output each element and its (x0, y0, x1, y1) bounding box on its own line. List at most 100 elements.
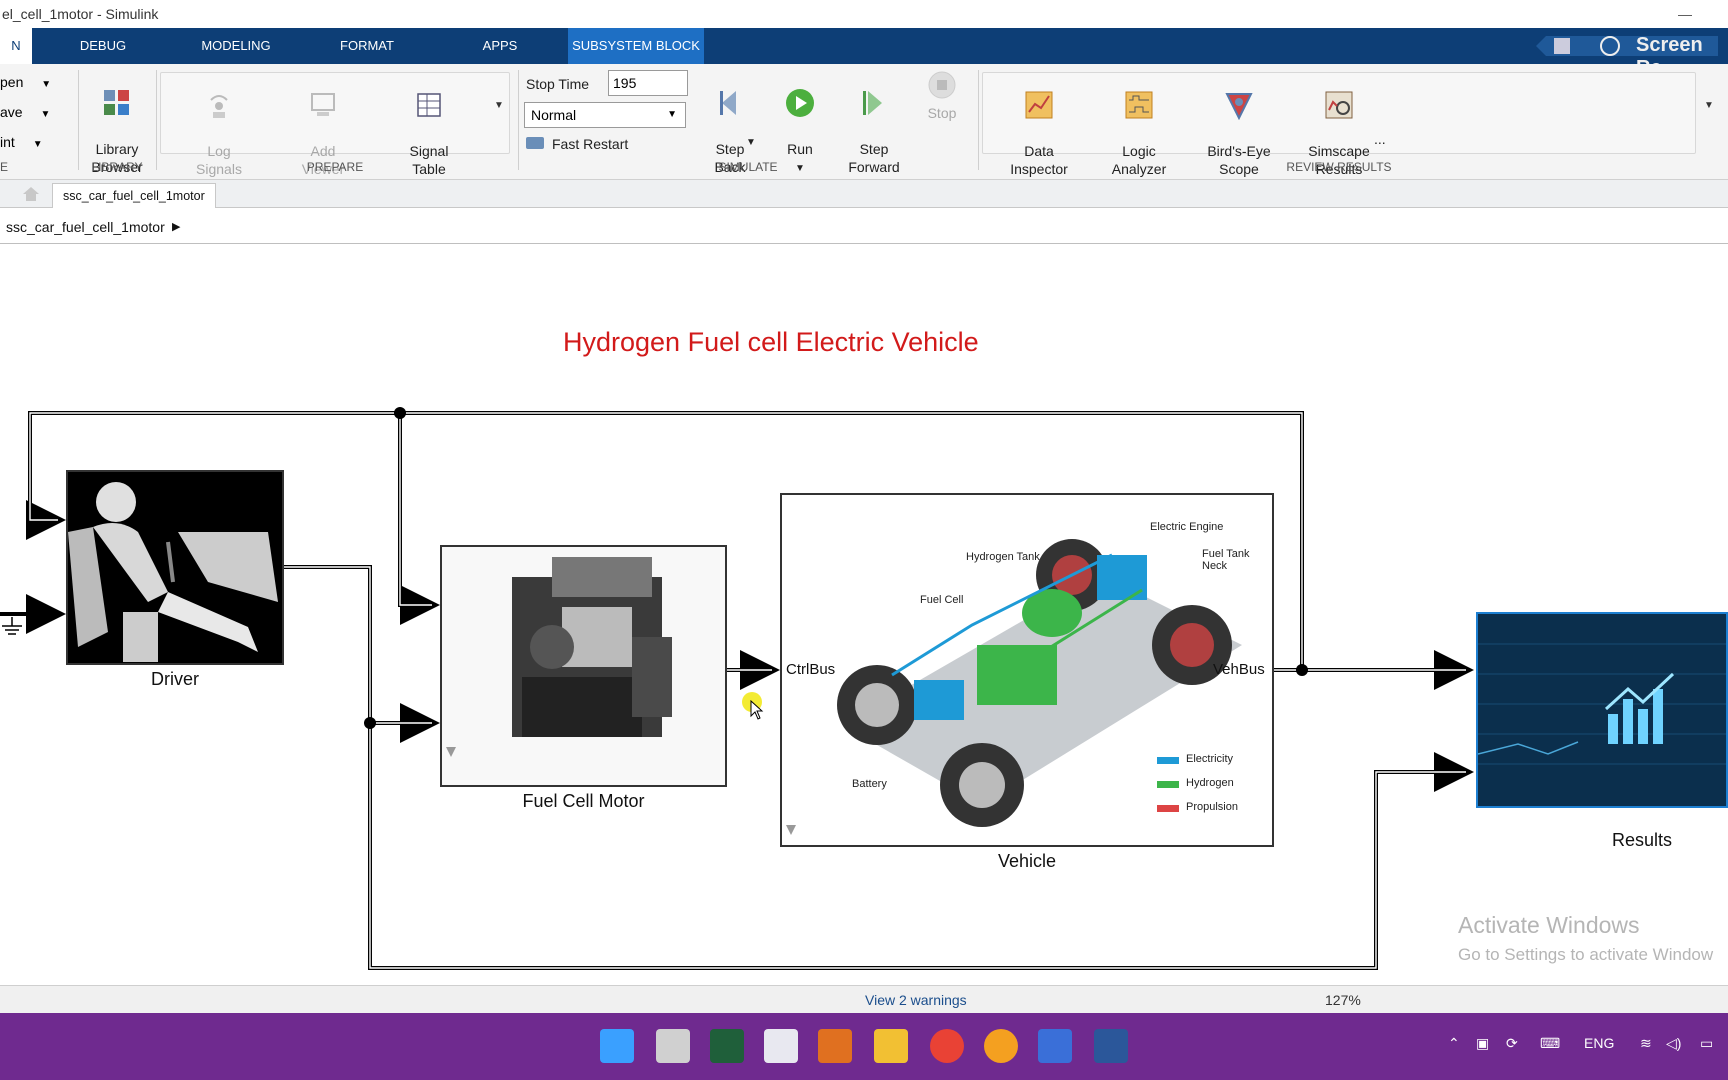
zoom-level: 127% (1325, 992, 1361, 1008)
driver-label: Driver (151, 669, 199, 689)
screen-recorder-overlay[interactable]: Screen Re (1518, 28, 1728, 79)
chrome-icon[interactable] (930, 1029, 964, 1063)
chevron-down-icon: ▼ (40, 109, 51, 120)
toolstrip: pen ▼ ave ▼ int ▼ E Library Browser LIBR… (0, 64, 1728, 180)
battery-icon[interactable]: ▭ (1700, 1035, 1713, 1052)
chevron-right-icon[interactable]: ▶ (172, 210, 180, 244)
language-indicator[interactable]: ENG (1584, 1035, 1614, 1051)
status-bar: View 2 warnings 127% (0, 985, 1728, 1013)
save-button[interactable]: ave ▼ (0, 104, 50, 120)
stop-time-label: Stop Time (526, 76, 590, 92)
chevron-down-icon: ▼ (667, 109, 677, 120)
birds-eye-scope-icon (1225, 93, 1253, 120)
prepare-expand-icon[interactable]: ▼ (494, 100, 504, 111)
simulation-mode-select[interactable]: Normal ▼ (524, 102, 686, 128)
model-tab-strip: ssc_car_fuel_cell_1motor (0, 180, 1728, 208)
task-view-icon[interactable] (656, 1029, 690, 1063)
activate-windows-subtitle: Go to Settings to activate Window (1458, 945, 1714, 964)
browser-icon[interactable] (984, 1029, 1018, 1063)
sync-icon[interactable]: ⟳ (1506, 1035, 1518, 1052)
file-explorer-icon[interactable] (874, 1029, 908, 1063)
divider (518, 70, 519, 170)
library-group-label: LIBRARY (91, 160, 143, 174)
ctrlbus-port-label: CtrlBus (786, 661, 836, 678)
junction-dot (364, 717, 376, 729)
minimize-icon[interactable]: — (1678, 0, 1692, 28)
electric-engine-label: Electric Engine (1150, 521, 1224, 533)
window-title: el_cell_1motor - Simulink (2, 6, 159, 22)
volume-icon[interactable]: ◁) (1666, 1035, 1681, 1052)
fuel-cell-label: Fuel Cell (920, 594, 964, 606)
simulate-group-label: SIMULATE (718, 160, 778, 174)
tab-format[interactable]: FORMAT (322, 28, 412, 64)
step-back-button[interactable]: Step Back ▼ (700, 70, 760, 194)
divider (978, 70, 979, 170)
open-button[interactable]: pen ▼ (0, 74, 51, 90)
file-group-label: E (0, 160, 9, 174)
stop-button[interactable]: Stop (912, 70, 972, 122)
review-group-label: REVIEW RESULTS (1286, 160, 1392, 174)
tab-subsystem-block[interactable]: SUBSYSTEM BLOCK (568, 28, 704, 64)
prepare-group-label: PREPARE (306, 160, 364, 174)
model-canvas[interactable]: Hydrogen Fuel cell Electric Vehicle Driv… (0, 245, 1728, 985)
stop-icon (928, 71, 956, 99)
junction-dot (394, 407, 406, 419)
keyboard-icon[interactable]: ⌨ (1540, 1035, 1560, 1052)
library-icon (104, 90, 129, 115)
signal-table-icon (417, 93, 441, 117)
stop-time-input[interactable] (608, 70, 688, 96)
run-icon (786, 89, 814, 117)
tab-modeling[interactable]: MODELING (186, 28, 286, 64)
hydrogen-tank-label: Hydrogen Tank (966, 551, 1040, 563)
vehbus-port-label: VehBus (1213, 661, 1265, 678)
model-tab[interactable]: ssc_car_fuel_cell_1motor (52, 183, 216, 208)
chevron-down-icon: ▼ (746, 137, 756, 148)
legend-propulsion: Propulsion (1186, 801, 1238, 813)
data-inspector-icon (1025, 91, 1053, 119)
legend-hydrogen: Hydrogen (1186, 777, 1234, 789)
breadcrumb-model[interactable]: ssc_car_fuel_cell_1motor (6, 210, 165, 244)
step-forward-icon (863, 91, 882, 115)
fast-restart-toggle[interactable]: Fast Restart (526, 136, 628, 152)
log-signals-icon (210, 95, 228, 118)
screen-recorder-icon[interactable] (1038, 1029, 1072, 1063)
results-chart-icon (1477, 614, 1726, 806)
fuel-cell-motor-image (446, 557, 672, 757)
camera-icon[interactable]: ▣ (1476, 1035, 1489, 1052)
matlab-icon[interactable] (818, 1029, 852, 1063)
tab-simulation[interactable]: N (0, 28, 32, 64)
divider (78, 70, 79, 170)
driver-seat-icon (68, 482, 278, 662)
tab-apps[interactable]: APPS (460, 28, 540, 64)
driver-block[interactable] (66, 470, 284, 665)
add-viewer-icon (311, 93, 335, 116)
run-button[interactable]: Run ▼ (770, 70, 830, 196)
results-block[interactable] (1476, 612, 1728, 808)
app-icon[interactable] (710, 1029, 744, 1063)
chevron-up-icon[interactable]: ⌃ (1448, 1035, 1460, 1052)
results-label: Results (1611, 830, 1673, 850)
battery-label: Battery (852, 778, 887, 790)
fuel-cell-motor-block[interactable] (440, 545, 727, 787)
ribbon-tab-bar: N DEBUG MODELING FORMAT APPS SUBSYSTEM B… (0, 28, 1728, 79)
wifi-icon[interactable]: ≋ (1640, 1035, 1652, 1052)
simscape-results-icon (1325, 91, 1353, 119)
fuel-tank-neck-label: Fuel Tank Neck (1202, 548, 1250, 572)
chevron-down-icon: ▼ (32, 139, 43, 150)
snipping-tool-icon[interactable] (764, 1029, 798, 1063)
view-warnings-link[interactable]: View 2 warnings (865, 986, 967, 1014)
simulation-mode-value: Normal (531, 107, 577, 123)
review-expand-icon[interactable]: ▼ (1704, 100, 1714, 111)
home-icon[interactable] (22, 186, 40, 202)
fast-restart-icon (526, 137, 544, 149)
step-back-icon (720, 91, 736, 115)
junction-dot (1296, 664, 1308, 676)
windows-start-icon[interactable] (600, 1029, 634, 1063)
vehicle-block[interactable]: Electric Engine Hydrogen Tank Fuel Tank … (780, 493, 1274, 847)
activate-windows-title: Activate Windows (1458, 912, 1640, 938)
vehicle-chassis-image (786, 539, 1242, 835)
word-icon[interactable] (1094, 1029, 1128, 1063)
print-button[interactable]: int ▼ (0, 134, 43, 150)
fuel-cell-motor-label: Fuel Cell Motor (522, 791, 645, 811)
tab-debug[interactable]: DEBUG (60, 28, 146, 64)
